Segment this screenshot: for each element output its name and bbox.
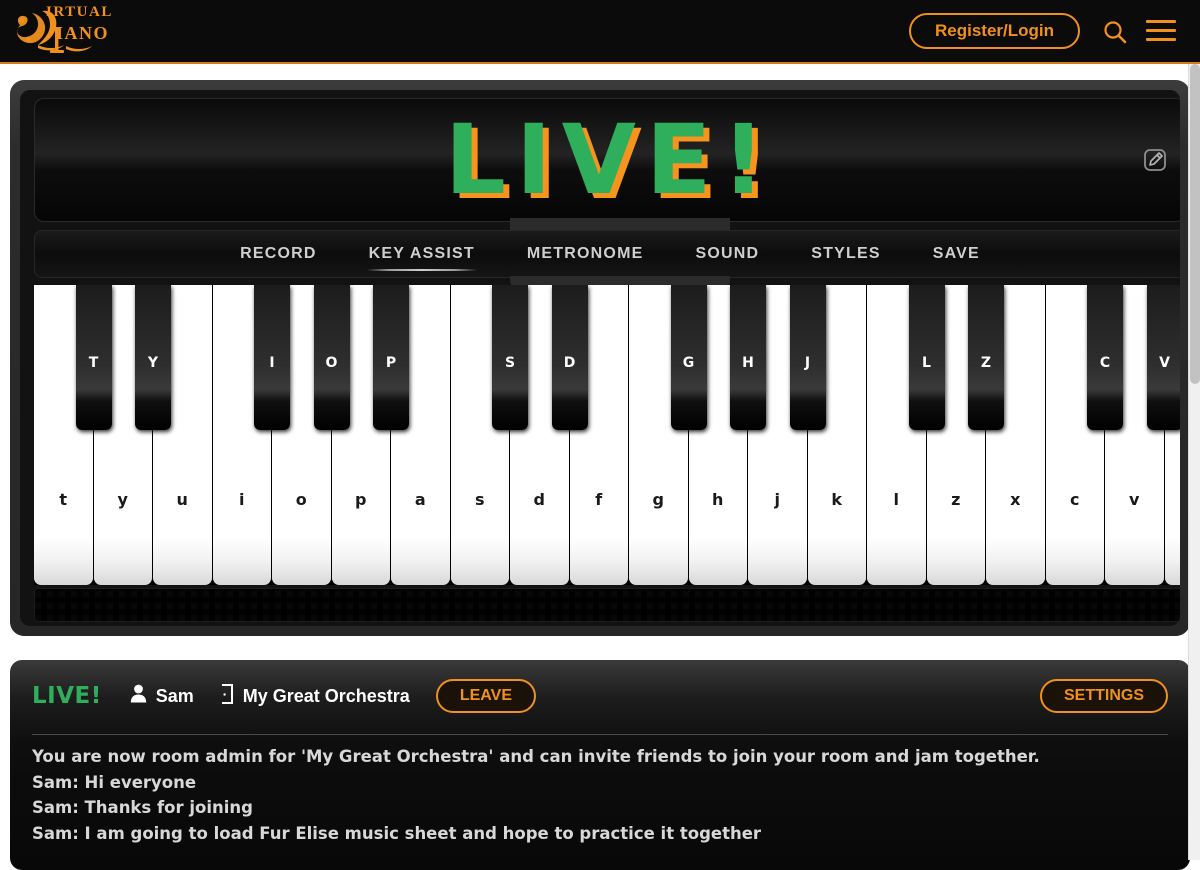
white-key-label: b [1165, 490, 1181, 509]
menu-item-sound[interactable]: SOUND [669, 241, 785, 267]
white-key-label: i [239, 490, 245, 509]
display-live-text: LIVE! [444, 104, 776, 216]
chat-live-badge: LIVE! [32, 683, 102, 709]
register-login-button[interactable]: Register/Login [908, 13, 1080, 49]
chat-message: Sam: Hi everyone [32, 772, 197, 792]
chat-user: Sam [130, 684, 194, 708]
white-key-label: h [712, 490, 724, 509]
display-screen: LIVE! [34, 98, 1180, 222]
hamburger-menu-icon[interactable] [1146, 20, 1176, 44]
settings-button[interactable]: SETTINGS [1039, 679, 1168, 713]
white-key-label: k [831, 490, 843, 509]
chat-message: Sam: Thanks for joining [32, 798, 253, 817]
black-key-J[interactable]: J [789, 285, 826, 430]
site-header: IRTUAL IANO Register/Login [0, 0, 1200, 64]
person-icon [130, 684, 156, 708]
white-key-label: z [951, 490, 961, 509]
menu-item-metronome[interactable]: METRONOME [501, 241, 670, 267]
black-key-Y[interactable]: Y [135, 285, 171, 430]
black-key-I[interactable]: I [254, 285, 290, 430]
black-key-label: L [922, 355, 931, 371]
menu-item-record[interactable]: RECORD [214, 241, 343, 267]
menu-item-save[interactable]: SAVE [907, 241, 1006, 267]
black-key-label: V [1159, 355, 1170, 371]
black-key-V[interactable]: V [1146, 285, 1180, 430]
chat-message-log[interactable]: You are now room admin for 'My Great Orc… [10, 744, 1190, 870]
piano-panel: LIVE! RECORD KEY ASSIST METRONOME SOUND … [10, 80, 1190, 636]
black-key-O[interactable]: O [313, 285, 350, 430]
white-key-label: l [893, 490, 899, 509]
burger-line-1 [1146, 20, 1176, 23]
white-key-label: y [117, 490, 128, 509]
page-scrollbar[interactable] [1188, 64, 1200, 860]
black-key-L[interactable]: L [908, 285, 945, 430]
black-key-H[interactable]: H [730, 285, 766, 430]
burger-line-3 [1146, 38, 1176, 41]
black-key-G[interactable]: G [670, 285, 707, 430]
piano-inner-frame: LIVE! RECORD KEY ASSIST METRONOME SOUND … [20, 90, 1180, 626]
chat-message: You are now room admin for 'My Great Orc… [32, 747, 1040, 766]
black-key-label: S [504, 355, 516, 371]
black-key-label: J [804, 355, 811, 371]
white-key-label: c [1070, 490, 1080, 509]
menu-item-styles[interactable]: STYLES [785, 241, 906, 267]
white-key-label: f [595, 490, 603, 509]
search-icon[interactable] [1102, 19, 1128, 45]
white-key-label: v [1129, 490, 1140, 509]
chat-header: LIVE! Sam My Great Orchestra LEAVE SETTI… [10, 660, 1190, 732]
piano-keyboard: tyuiopasdfghjklzxcvb TYIOPSDGHJLZCVB [34, 285, 1180, 585]
white-key-label: j [774, 490, 780, 509]
chat-room: My Great Orchestra [220, 683, 410, 709]
white-key-label: a [414, 490, 426, 509]
black-key-label: P [385, 355, 397, 371]
chat-room-name: My Great Orchestra [242, 685, 410, 706]
live-chat-panel: LIVE! Sam My Great Orchestra LEAVE SETTI… [10, 660, 1190, 870]
chat-user-name: Sam [155, 685, 194, 706]
black-key-label: H [742, 355, 754, 371]
black-key-Z[interactable]: Z [968, 285, 1004, 430]
white-key-label: d [533, 490, 545, 509]
burger-line-2 [1146, 29, 1176, 32]
black-key-label: Z [980, 355, 992, 371]
white-key-label: o [295, 490, 307, 509]
chat-divider [32, 734, 1168, 735]
black-key-label: Y [147, 355, 159, 371]
white-key-label: g [652, 490, 664, 509]
white-key-label: x [1010, 490, 1021, 509]
piano-menu-bar: RECORD KEY ASSIST METRONOME SOUND STYLES… [34, 230, 1180, 278]
black-key-T[interactable]: T [75, 285, 112, 430]
leave-button[interactable]: LEAVE [435, 679, 536, 713]
door-icon [220, 683, 243, 709]
black-key-S[interactable]: S [492, 285, 528, 430]
white-key-label: u [176, 490, 188, 509]
black-key-C[interactable]: C [1087, 285, 1123, 430]
logo-line-virtual: IRTUAL [46, 4, 113, 20]
speaker-grille [34, 588, 1180, 622]
white-key-label: p [355, 490, 367, 509]
white-key-row: tyuiopasdfghjklzxcvb [34, 285, 1180, 585]
black-key-label: O [325, 355, 338, 371]
logo-wordmark: IRTUAL IANO [46, 4, 113, 43]
logo-line-piano: IANO [56, 23, 110, 43]
black-key-label: T [88, 355, 99, 371]
white-key-label: t [59, 490, 68, 509]
menu-item-key-assist[interactable]: KEY ASSIST [343, 241, 501, 271]
black-key-label: G [682, 355, 695, 371]
edit-pencil-icon[interactable] [1143, 148, 1167, 172]
black-key-P[interactable]: P [373, 285, 409, 430]
black-key-label: I [269, 355, 275, 371]
black-key-D[interactable]: D [551, 285, 588, 430]
chat-message: Sam: I am going to load Fur Elise music … [32, 823, 762, 843]
black-key-label: D [563, 355, 576, 371]
black-key-label: C [1099, 355, 1111, 371]
white-key-label: s [474, 490, 485, 509]
page-scrollbar-thumb[interactable] [1190, 64, 1200, 384]
